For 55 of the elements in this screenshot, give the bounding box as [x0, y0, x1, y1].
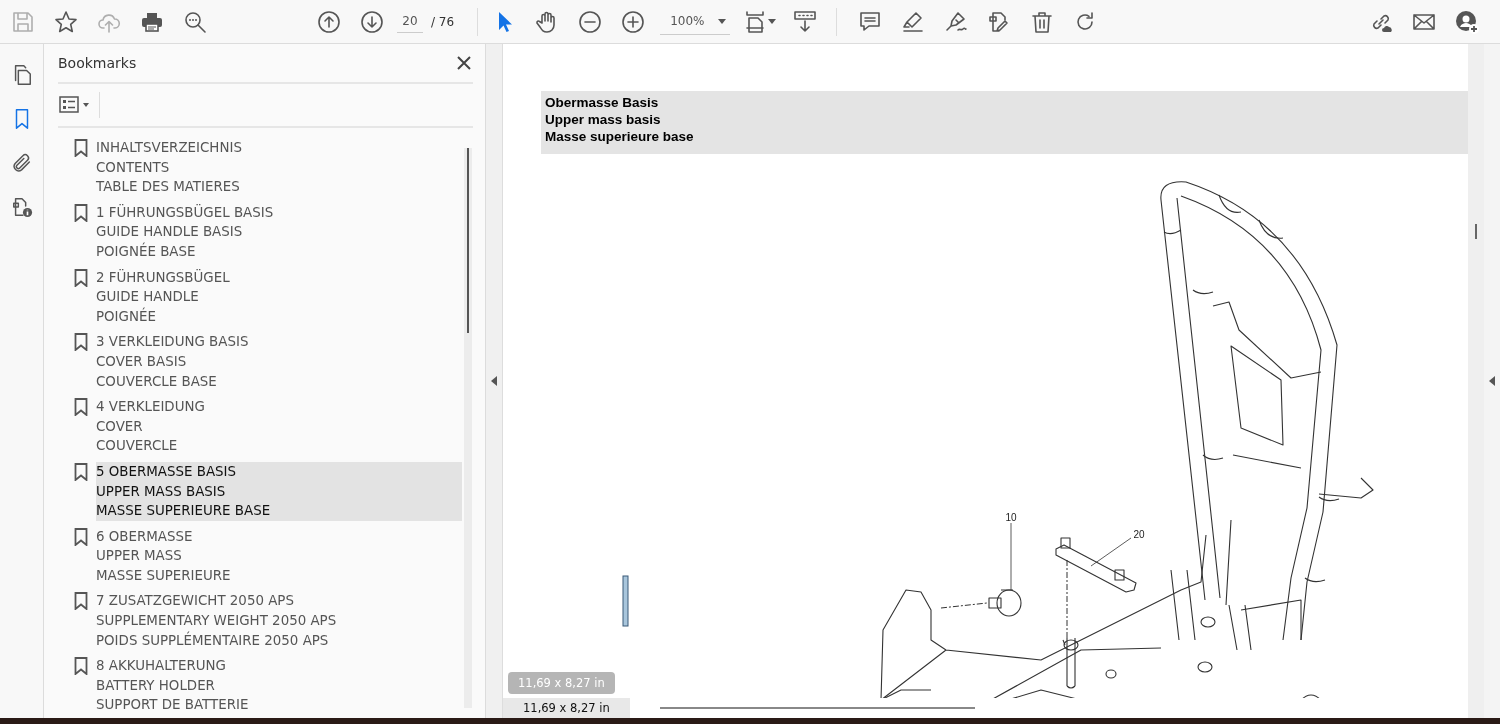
scrollbar[interactable] — [464, 148, 472, 708]
add-user-icon — [1455, 9, 1479, 34]
page-count: / 76 — [431, 14, 455, 29]
caret-icon — [718, 18, 727, 24]
page-size-label: 11,69 x 8,27 in — [503, 698, 630, 718]
leader-line — [1010, 522, 1012, 591]
bookmark-icon — [74, 592, 88, 611]
arrow-down-icon — [360, 9, 384, 34]
zoom-dropdown[interactable]: 100% — [660, 8, 731, 35]
bookmark-item[interactable]: 7 ZUSATZGEWICHT 2050 APS SUPPLEMENTARY WEIGHT 2050 APS POIDS SUPPLÉMENTAIRE 2050 APS — [96, 591, 462, 651]
expand-arrow-icon[interactable] — [1488, 376, 1496, 386]
scrollbar[interactable] — [659, 707, 975, 709]
leader-line — [1090, 537, 1132, 567]
bookmark-item[interactable]: INHALTSVERZEICHNIS CONTENTS TABLE DES MATIERES — [96, 138, 462, 197]
bookmark-icon — [74, 268, 88, 287]
callout-number: 10 — [1005, 512, 1017, 523]
bookmark-item[interactable]: 5 OBERMASSE BASIS UPPER MASS BASIS MASSE SUPERIEURE BASE — [96, 461, 462, 521]
page-number-field[interactable]: 20 — [397, 10, 423, 33]
bookmark-item[interactable]: 1 FÜHRUNGSBÜGEL BASIS GUIDE HANDLE BASIS POIGNÉE BASE — [96, 202, 462, 262]
scroll-mode-icon — [793, 9, 818, 34]
save-icon — [11, 9, 35, 34]
zoom-in-icon — [621, 9, 646, 34]
bookmark-item[interactable]: 8 AKKUHALTERUNG BATTERY HOLDER SUPPORT DE BATTERIE — [96, 656, 462, 716]
bookmark-item[interactable]: 6 OBERMASSE UPPER MASS MASSE SUPERIEURE — [96, 526, 462, 586]
document-info-icon — [10, 196, 33, 218]
text-cursor-marker — [622, 575, 629, 627]
bookmark-icon — [74, 398, 88, 417]
arrow-up-icon — [317, 9, 341, 34]
peg-part-drawing — [988, 589, 1022, 617]
bookmark-item[interactable]: 2 FÜHRUNGSBÜGEL GUIDE HANDLE POIGNÉE — [96, 267, 462, 327]
bookmark-item[interactable]: 4 VERKLEIDUNG COVER COUVERCLE — [96, 397, 462, 456]
panel-title: Bookmarks — [58, 55, 137, 71]
scrollbar-thumb[interactable] — [1475, 224, 1477, 239]
bookmark-icon — [74, 527, 88, 546]
bookmark-icon — [74, 139, 88, 157]
pen-nib-icon — [944, 9, 969, 34]
close-icon — [457, 56, 471, 70]
page-header: Obermasse Basis Upper mass basis Masse superieure base — [541, 91, 1468, 154]
close-button[interactable] — [455, 54, 473, 72]
zoom-out-icon — [578, 9, 603, 34]
bookmark-icon — [74, 333, 88, 352]
collapse-arrow-icon[interactable] — [490, 376, 498, 386]
bookmark-icon — [74, 657, 88, 676]
highlighter-icon — [901, 9, 926, 34]
comment-icon — [858, 9, 883, 34]
star-icon — [54, 9, 78, 34]
caret-icon — [768, 19, 777, 24]
bookmark-item[interactable]: 3 VERKLEIDUNG BASIS COVER BASIS COUVERCLE BASE — [96, 332, 462, 392]
bookmark-icon — [74, 462, 88, 481]
paperclip-icon — [10, 152, 33, 174]
bookmark-icon — [74, 203, 88, 222]
page-size-tooltip: 11,69 x 8,27 in — [508, 672, 615, 694]
trash-icon — [1030, 9, 1055, 34]
zoom-search-icon — [183, 9, 207, 34]
callout-number: 20 — [1133, 529, 1145, 540]
